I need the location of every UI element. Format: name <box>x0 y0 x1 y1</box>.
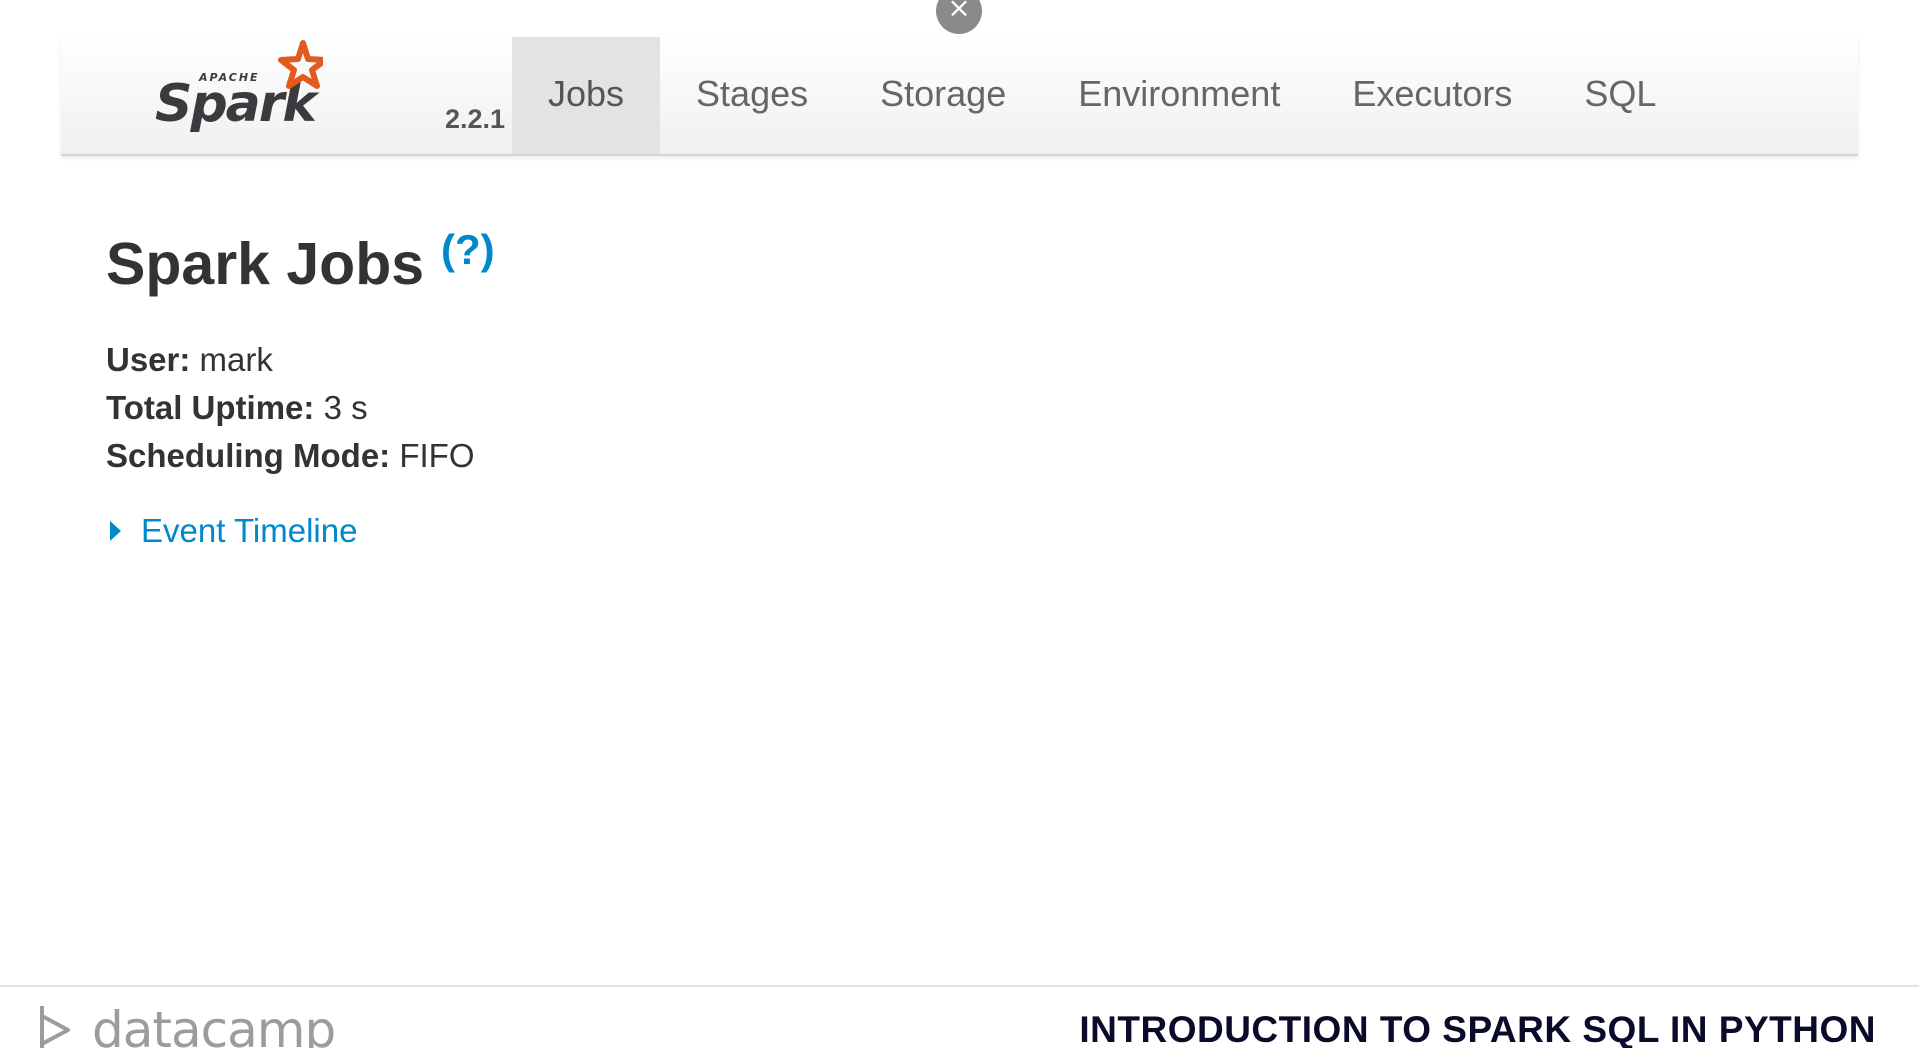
tab-executors[interactable]: Executors <box>1316 37 1548 154</box>
brand-version: 2.2.1 <box>445 104 506 134</box>
tab-sql[interactable]: SQL <box>1548 37 1692 154</box>
tab-jobs[interactable]: Jobs <box>512 37 661 154</box>
tab-environment[interactable]: Environment <box>1042 37 1316 154</box>
navbar: APACHE Spark 2.2.1 Jobs Stages Storage E… <box>61 37 1858 156</box>
info-user: User: mark <box>106 336 475 384</box>
close-button[interactable]: × <box>936 0 982 34</box>
info-total-uptime: Total Uptime: 3 s <box>106 384 475 432</box>
close-icon: × <box>947 0 971 24</box>
spark-logo: APACHE Spark <box>155 40 323 134</box>
info-value: mark <box>199 341 273 378</box>
footer-divider <box>0 985 1919 987</box>
tab-stages[interactable]: Stages <box>660 37 844 154</box>
brand[interactable]: APACHE Spark 2.2.1 <box>153 37 505 154</box>
info-value: FIFO <box>399 437 475 474</box>
event-timeline-toggle[interactable]: Event Timeline <box>110 507 357 555</box>
info-scheduling-mode: Scheduling Mode: FIFO <box>106 432 475 480</box>
help-link[interactable]: (?) <box>441 222 495 278</box>
datacamp-logo-text: datacamp <box>92 1002 336 1048</box>
nav-tabs: Jobs Stages Storage Environment Executor… <box>512 37 1692 154</box>
page-title: Spark Jobs <box>106 231 425 297</box>
info-key: User: <box>106 341 191 378</box>
screen: × APACHE Spark 2.2.1 Jobs Stages Storage… <box>0 0 1919 1048</box>
info-key: Scheduling Mode: <box>106 437 391 474</box>
datacamp-icon <box>40 1006 70 1048</box>
summary-info-list: User: mark Total Uptime: 3 s Scheduling … <box>106 336 475 480</box>
tab-storage[interactable]: Storage <box>844 37 1042 154</box>
info-key: Total Uptime: <box>106 389 315 426</box>
course-title: INTRODUCTION TO SPARK SQL IN PYTHON <box>1079 1009 1876 1048</box>
info-value: 3 s <box>323 389 368 426</box>
caret-right-icon <box>110 521 121 541</box>
footer-logo: datacamp <box>38 1002 335 1048</box>
event-timeline-label: Event Timeline <box>141 512 358 549</box>
